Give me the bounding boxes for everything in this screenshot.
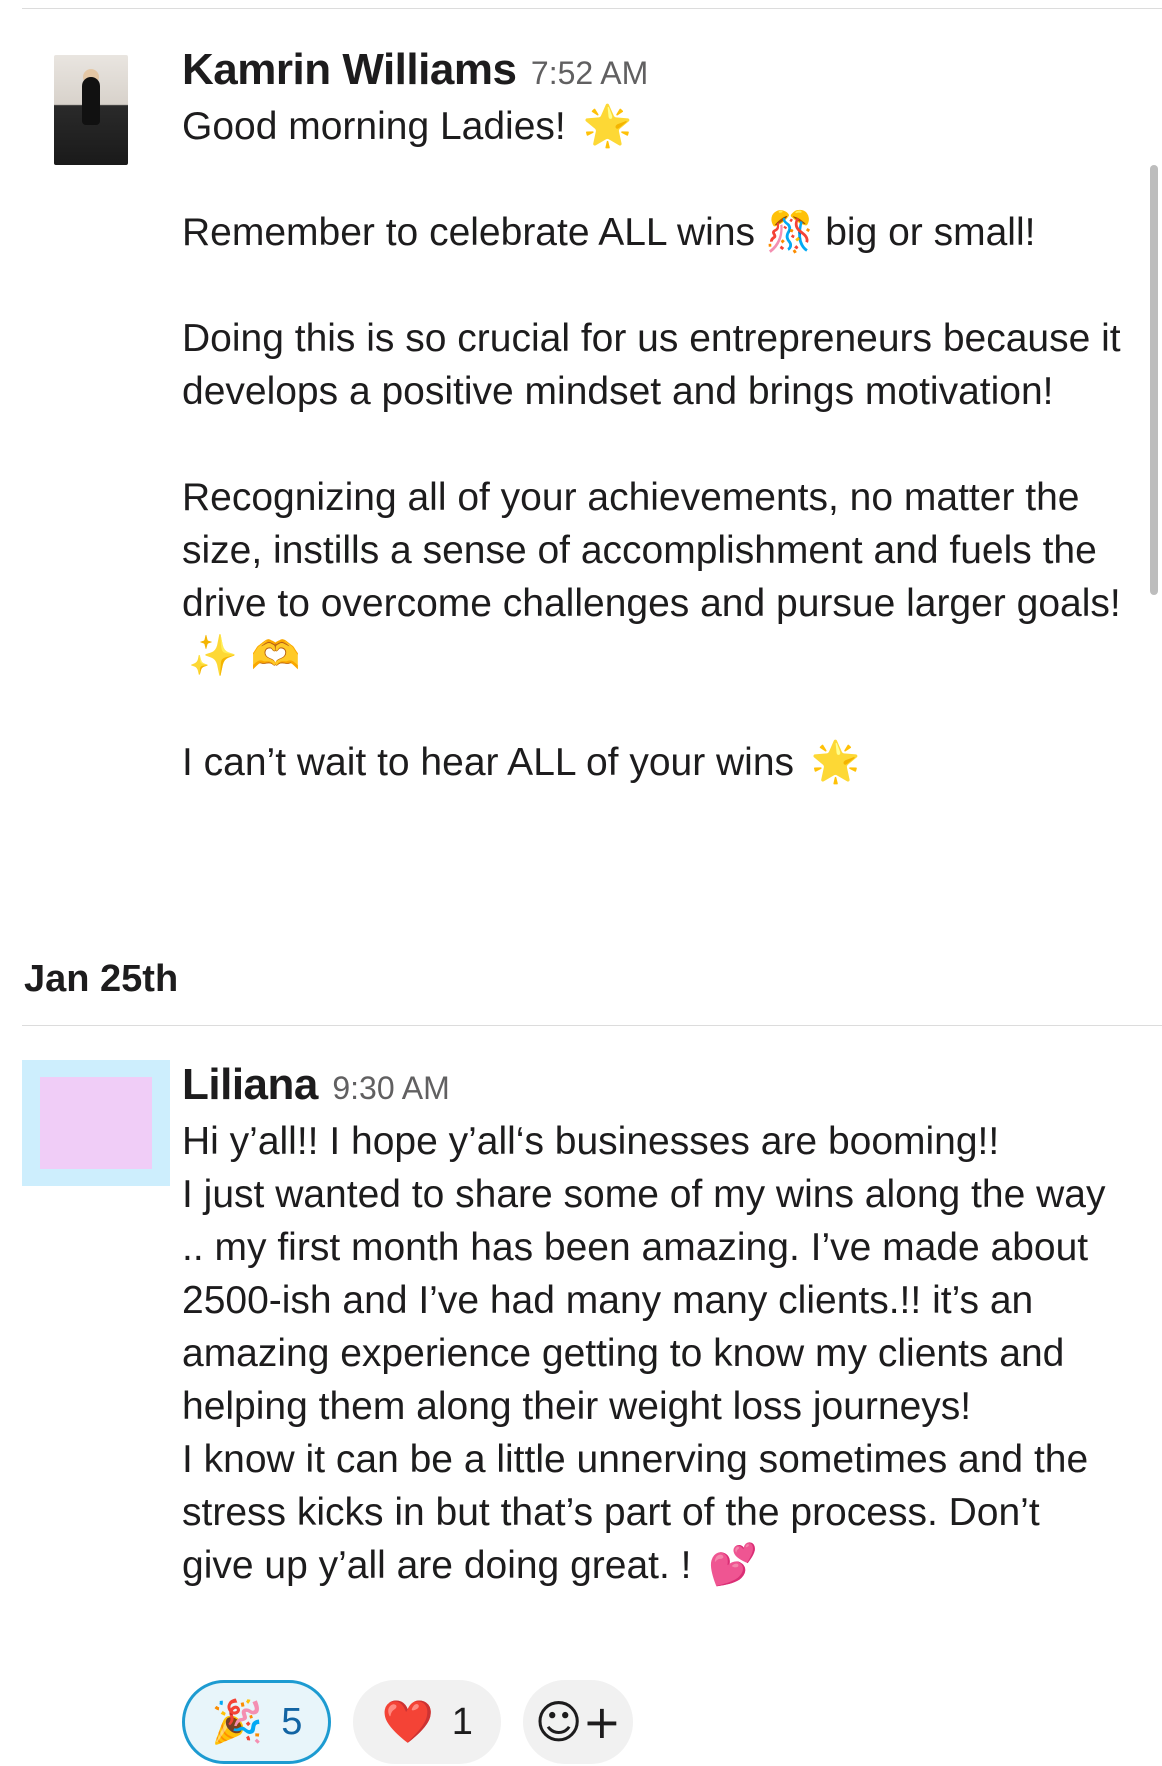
timestamp[interactable]: 7:52 AM	[531, 55, 648, 91]
paragraph-text: Hi y’all!! I hope y’all‘s businesses are…	[182, 1120, 1000, 1163]
paragraph: Recognizing all of your achievements, no…	[182, 471, 1122, 683]
paragraph: Remember to celebrate ALL wins 🎊 big or …	[182, 206, 1122, 259]
message-header: Kamrin Williams 7:52 AM	[182, 40, 1122, 100]
add-reaction-button[interactable]: ☺+	[522, 1680, 633, 1764]
author-name[interactable]: Liliana	[182, 1060, 318, 1109]
sparkles-heart-hands-icon: ✨ 🫶	[188, 633, 301, 679]
heart-icon: ❤️	[381, 1697, 434, 1746]
add-reaction-icon: ☺+	[534, 1695, 622, 1749]
message-text: Hi y’all!! I hope y’all‘s businesses are…	[182, 1115, 1122, 1592]
reactions-bar: 🎉 5 ❤️ 1 ☺+	[182, 1680, 633, 1766]
reaction-heart[interactable]: ❤️ 1	[353, 1680, 501, 1764]
timestamp[interactable]: 9:30 AM	[332, 1070, 449, 1106]
paragraph-text: I know it can be a little unnerving some…	[182, 1438, 1089, 1587]
paragraph: Doing this is so crucial for us entrepre…	[182, 312, 1122, 418]
star-emoji-icon: 🌟	[582, 103, 633, 149]
avatar-inner	[40, 1077, 152, 1169]
paragraph: Hi y’all!! I hope y’all‘s businesses are…	[182, 1115, 1122, 1168]
two-hearts-icon: 💕	[708, 1542, 759, 1588]
message-body: Liliana 9:30 AM Hi y’all!! I hope y’all‘…	[182, 1055, 1122, 1592]
paragraph: I can’t wait to hear ALL of your wins 🌟	[182, 736, 1122, 789]
paragraph-text: Remember to celebrate ALL wins 🎊 big or …	[182, 211, 1036, 254]
top-divider	[22, 8, 1162, 9]
avatar[interactable]	[54, 55, 128, 165]
date-divider-line	[22, 1025, 1162, 1026]
date-divider-label: Jan 25th	[24, 958, 179, 1000]
paragraph-text: I can’t wait to hear ALL of your wins	[182, 741, 795, 784]
paragraph-text: I just wanted to share some of my wins a…	[182, 1173, 1106, 1428]
paragraph-text: Good morning Ladies!	[182, 105, 566, 148]
paragraph: I know it can be a little unnerving some…	[182, 1433, 1122, 1592]
message-body: Kamrin Williams 7:52 AM Good morning Lad…	[182, 40, 1122, 789]
reaction-count: 1	[451, 1700, 473, 1743]
message-text: Good morning Ladies! 🌟 Remember to celeb…	[182, 100, 1122, 789]
scrollbar[interactable]	[1150, 165, 1158, 595]
paragraph-text: Doing this is so crucial for us entrepre…	[182, 317, 1121, 413]
avatar-figure	[82, 77, 100, 125]
star-emoji-icon: 🌟	[810, 739, 861, 785]
message-header: Liliana 9:30 AM	[182, 1055, 1122, 1115]
paragraph-text: Recognizing all of your achievements, no…	[182, 476, 1121, 625]
party-popper-icon: 🎉	[211, 1697, 264, 1746]
paragraph: Good morning Ladies! 🌟	[182, 100, 1122, 153]
paragraph: I just wanted to share some of my wins a…	[182, 1168, 1122, 1433]
author-name[interactable]: Kamrin Williams	[182, 45, 517, 94]
reaction-count: 5	[281, 1700, 303, 1743]
reaction-party[interactable]: 🎉 5	[182, 1680, 332, 1764]
avatar[interactable]	[22, 1060, 170, 1186]
